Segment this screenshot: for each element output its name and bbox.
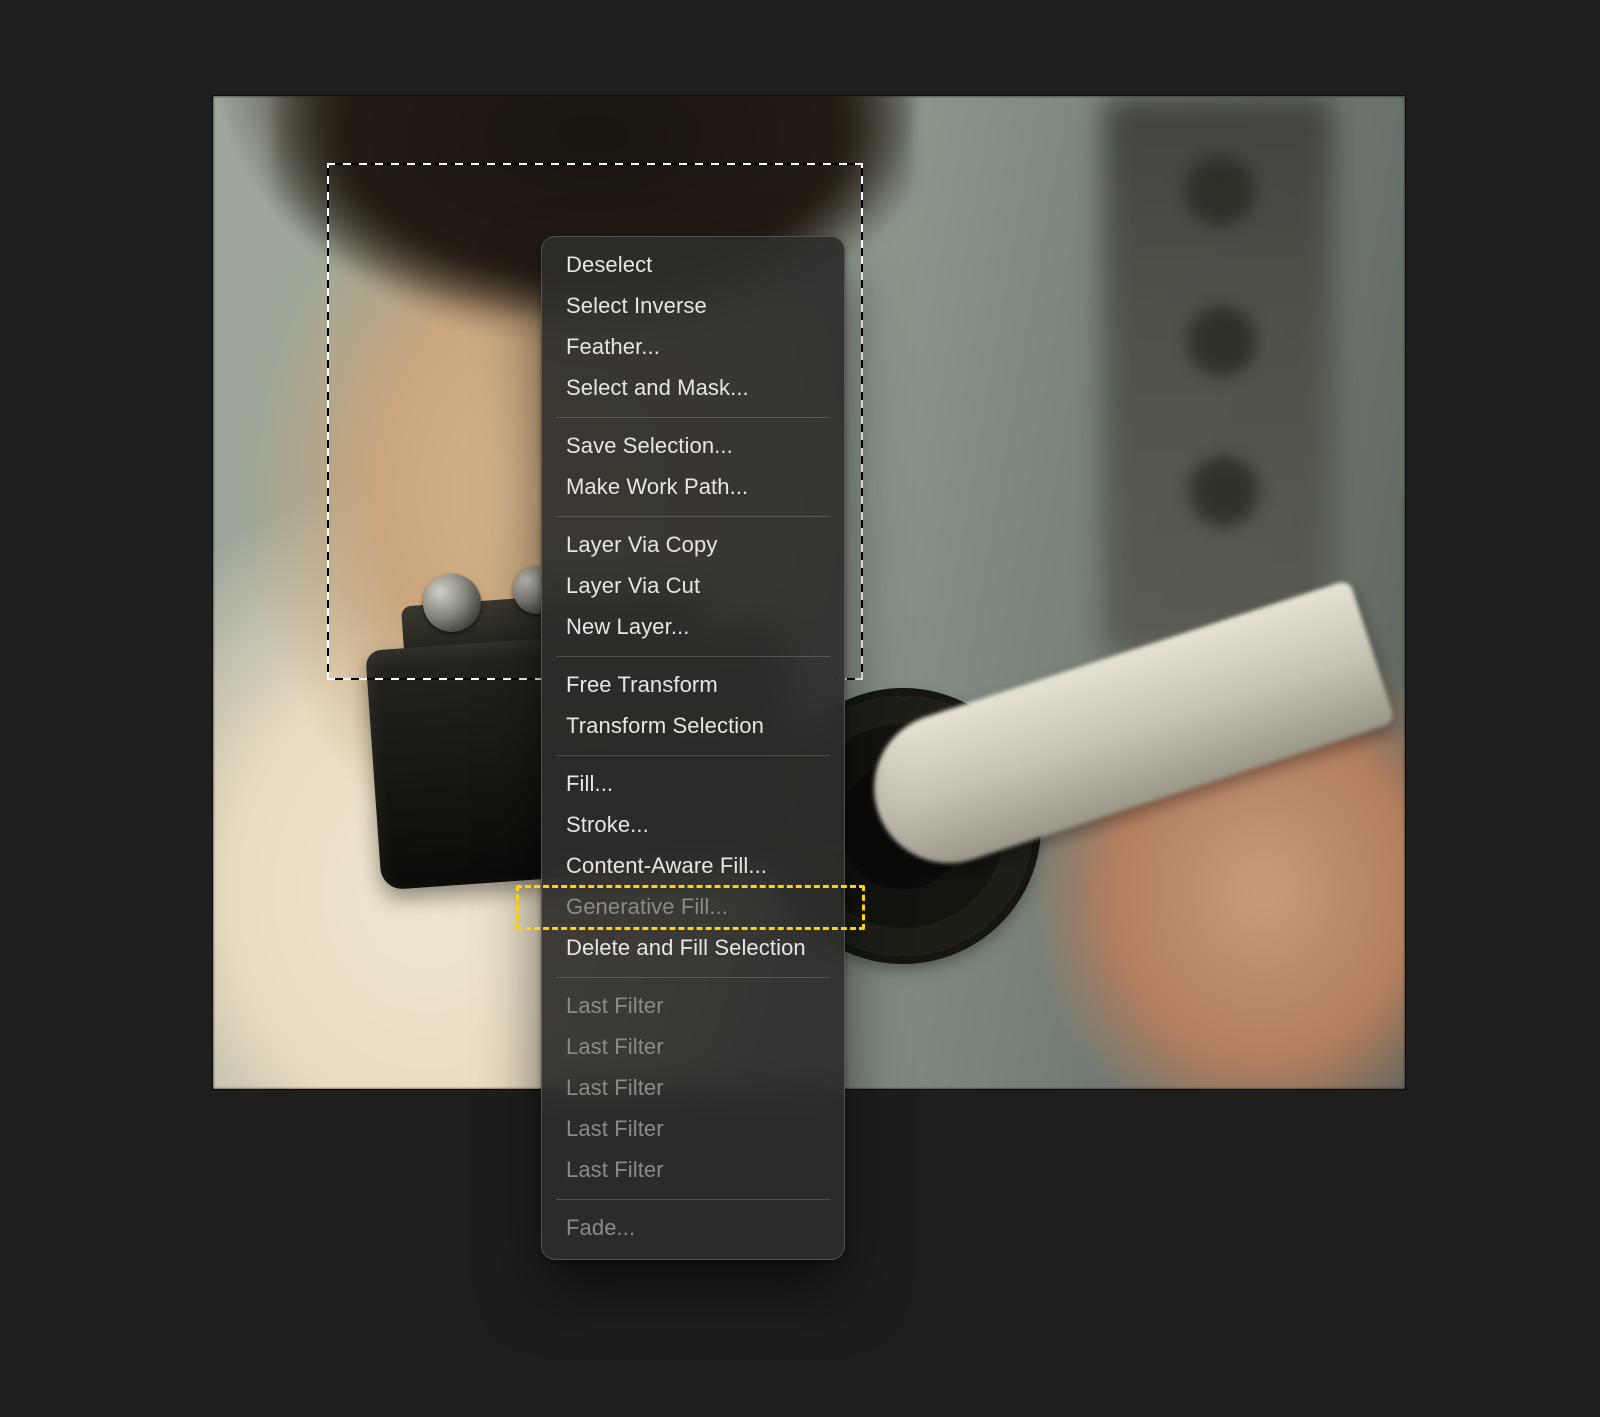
menu-item-content-aware-fill[interactable]: Content-Aware Fill... (542, 846, 844, 887)
menu-item-new-layer[interactable]: New Layer... (542, 607, 844, 648)
menu-item-make-work-path[interactable]: Make Work Path... (542, 467, 844, 508)
context-menu[interactable]: DeselectSelect InverseFeather...Select a… (541, 236, 845, 1260)
menu-separator (556, 516, 830, 517)
menu-separator (556, 755, 830, 756)
menu-item-fill[interactable]: Fill... (542, 764, 844, 805)
menu-separator (556, 656, 830, 657)
menu-item-generative-fill: Generative Fill... (542, 887, 844, 928)
menu-item-last-filter-4: Last Filter (542, 1109, 844, 1150)
menu-item-save-selection[interactable]: Save Selection... (542, 426, 844, 467)
editor-stage: 35mm DeselectSelect InverseFeather...Sel… (0, 0, 1600, 1417)
menu-item-select-and-mask[interactable]: Select and Mask... (542, 368, 844, 409)
menu-item-select-inverse[interactable]: Select Inverse (542, 286, 844, 327)
menu-separator (556, 417, 830, 418)
photo-blur-dot (1187, 306, 1257, 376)
menu-item-last-filter-2: Last Filter (542, 1027, 844, 1068)
menu-item-layer-via-cut[interactable]: Layer Via Cut (542, 566, 844, 607)
menu-item-deselect[interactable]: Deselect (542, 245, 844, 286)
menu-item-delete-and-fill[interactable]: Delete and Fill Selection (542, 928, 844, 969)
menu-item-feather[interactable]: Feather... (542, 327, 844, 368)
menu-item-last-filter-3: Last Filter (542, 1068, 844, 1109)
menu-item-layer-via-copy[interactable]: Layer Via Copy (542, 525, 844, 566)
menu-item-last-filter-5: Last Filter (542, 1150, 844, 1191)
menu-separator (556, 1199, 830, 1200)
photo-blur-dot (1185, 156, 1255, 226)
photo-blur-dot (1189, 456, 1259, 526)
menu-item-free-transform[interactable]: Free Transform (542, 665, 844, 706)
menu-separator (556, 977, 830, 978)
photo-camera-dial (423, 574, 481, 632)
menu-item-transform-selection[interactable]: Transform Selection (542, 706, 844, 747)
menu-item-fade: Fade... (542, 1208, 844, 1249)
menu-item-last-filter-1: Last Filter (542, 986, 844, 1027)
menu-item-stroke[interactable]: Stroke... (542, 805, 844, 846)
